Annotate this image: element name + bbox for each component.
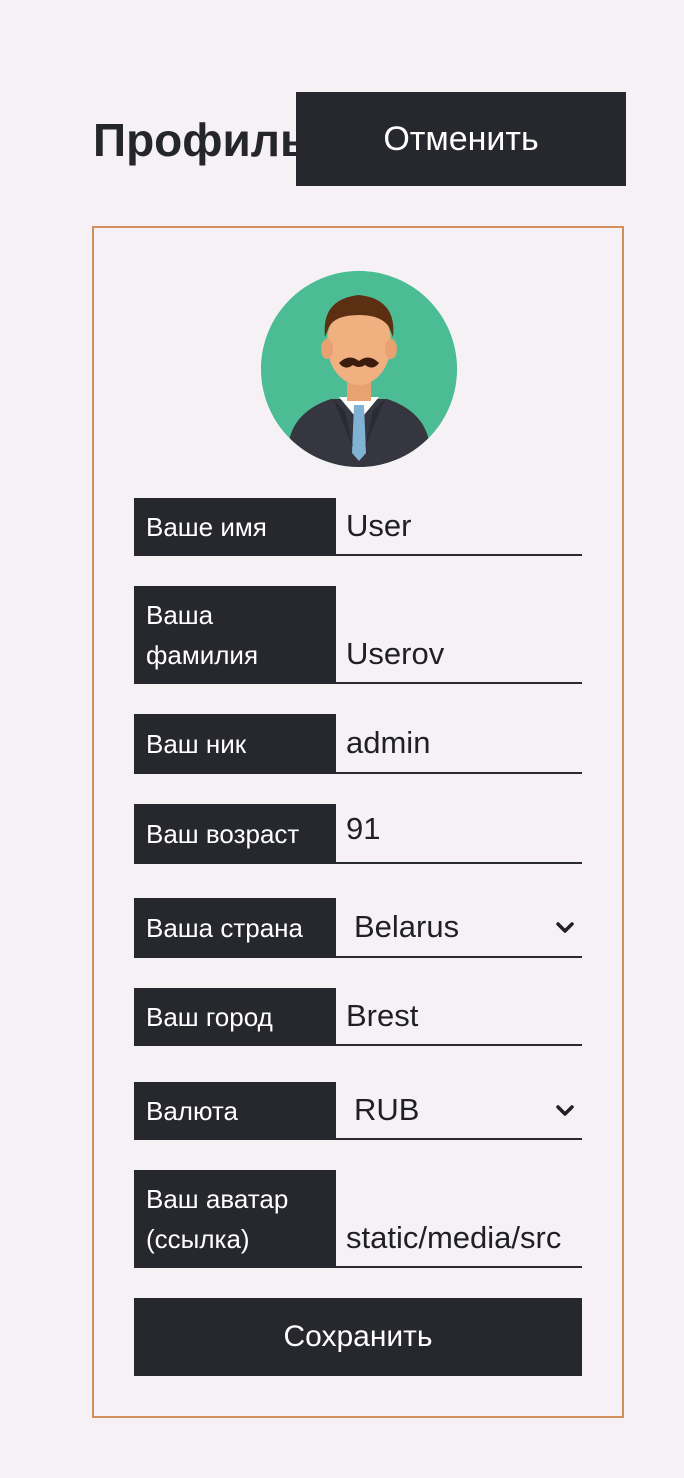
user-avatar-icon — [261, 271, 457, 467]
currency-field: Валюта RUB — [134, 1082, 582, 1140]
currency-selected-value: RUB — [354, 1092, 420, 1127]
age-label: Ваш возраст — [134, 804, 336, 864]
city-field: Ваш город Brest — [134, 988, 582, 1046]
nickname-label: Ваш ник — [134, 714, 336, 774]
last-name-input[interactable]: Userov — [336, 586, 582, 684]
country-selected-value: Belarus — [354, 909, 460, 944]
age-field: Ваш возраст 91 — [134, 804, 582, 864]
profile-page: Профиль Отменить Ваше имя User Ваша фами… — [0, 0, 684, 1478]
first-name-input[interactable]: User — [336, 498, 582, 556]
first-name-field: Ваше имя User — [134, 498, 582, 556]
avatar-link-input[interactable]: static/media/src — [336, 1170, 582, 1268]
avatar-link-label: Ваш аватар (ссылка) — [134, 1170, 336, 1268]
page-title: Профиль — [93, 114, 309, 166]
nickname-input[interactable]: admin — [336, 714, 582, 774]
country-field: Ваша страна Belarus — [134, 898, 582, 958]
city-label: Ваш город — [134, 988, 336, 1046]
last-name-label: Ваша фамилия — [134, 586, 336, 684]
chevron-down-icon — [556, 1105, 574, 1116]
profile-form-card: Ваше имя User Ваша фамилия Userov Ваш ни… — [92, 226, 624, 1418]
city-input[interactable]: Brest — [336, 988, 582, 1046]
avatar-illustration — [261, 271, 457, 467]
nickname-field: Ваш ник admin — [134, 714, 582, 774]
first-name-label: Ваше имя — [134, 498, 336, 556]
last-name-field: Ваша фамилия Userov — [134, 586, 582, 684]
chevron-down-icon — [556, 922, 574, 933]
save-button[interactable]: Сохранить — [134, 1298, 582, 1376]
currency-label: Валюта — [134, 1082, 336, 1140]
age-input[interactable]: 91 — [336, 804, 582, 864]
avatar-link-field: Ваш аватар (ссылка) static/media/src — [134, 1170, 582, 1268]
currency-select[interactable]: RUB — [336, 1082, 582, 1140]
country-select[interactable]: Belarus — [336, 898, 582, 958]
cancel-button[interactable]: Отменить — [296, 92, 626, 186]
country-label: Ваша страна — [134, 898, 336, 958]
